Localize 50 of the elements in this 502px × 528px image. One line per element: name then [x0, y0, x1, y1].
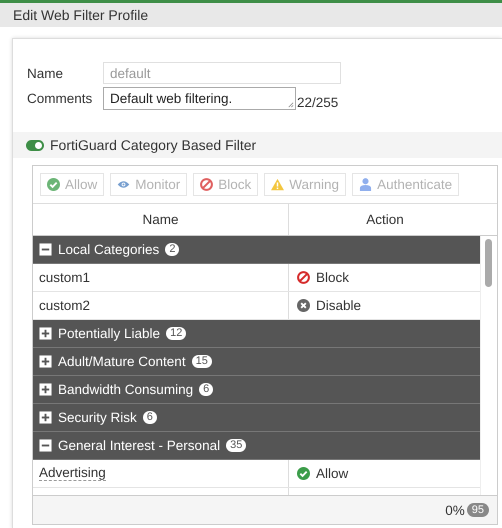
character-counter: 22/255: [297, 95, 338, 110]
count-badge: 6: [199, 382, 214, 396]
window-title: Edit Web Filter Profile: [13, 7, 148, 23]
toggle-switch[interactable]: [26, 140, 44, 150]
count-badge: 6: [142, 410, 157, 424]
category-name: Advertising: [39, 465, 106, 481]
field-label: Comments: [27, 91, 94, 106]
count-badge: 12: [166, 326, 186, 340]
group-row[interactable]: General Interest - Personal 35: [33, 432, 480, 460]
group-row[interactable]: Potentially Liable 12: [33, 320, 480, 348]
resize-grip-icon[interactable]: [287, 101, 294, 108]
check-icon: [297, 466, 310, 480]
group-name: Adult/Mature Content: [58, 354, 186, 368]
group-name: General Interest - Personal: [58, 438, 220, 452]
section-title: FortiGuard Category Based Filter: [50, 137, 256, 153]
action-value: Allow: [316, 466, 348, 480]
expand-icon[interactable]: [39, 382, 52, 396]
field-label: Name: [27, 66, 64, 80]
expand-icon[interactable]: [39, 354, 52, 368]
category-name: custom1: [39, 270, 90, 284]
user-icon: [359, 178, 372, 191]
block-icon: [200, 178, 214, 191]
group-name: Bandwidth Consuming: [58, 382, 194, 396]
action-value: Block: [316, 270, 350, 284]
expand-icon[interactable]: [39, 326, 52, 340]
count-badge: 35: [226, 438, 246, 452]
group-name: Security Risk: [58, 410, 137, 424]
group-row[interactable]: Security Risk 6: [33, 404, 480, 432]
column-header[interactable]: Name: [33, 204, 289, 234]
block-icon: [297, 270, 310, 284]
action-value: Disable: [316, 298, 362, 312]
close-icon: [297, 298, 310, 312]
warning-icon: [271, 178, 284, 191]
count-badge: 2: [165, 242, 180, 256]
count-badge: 15: [192, 354, 212, 368]
column-header[interactable]: Action: [289, 204, 481, 234]
group-row[interactable]: Bandwidth Consuming 6: [33, 376, 480, 404]
group-name: Local Categories: [58, 242, 160, 256]
group-row[interactable]: Local Categories 2: [33, 236, 480, 264]
category-name: custom2: [39, 298, 90, 312]
expand-icon[interactable]: [39, 410, 52, 424]
group-name: Potentially Liable: [58, 326, 160, 340]
group-row[interactable]: Adult/Mature Content 15: [33, 348, 480, 376]
collapse-icon[interactable]: [39, 438, 52, 452]
count-badge: 95: [466, 503, 489, 518]
scrollbar-thumb[interactable]: [485, 238, 492, 286]
comments-field[interactable]: Default web filtering.: [103, 87, 296, 110]
collapse-icon[interactable]: [39, 242, 52, 256]
check-icon: [47, 178, 60, 191]
progress-percent: 0%: [445, 502, 465, 518]
